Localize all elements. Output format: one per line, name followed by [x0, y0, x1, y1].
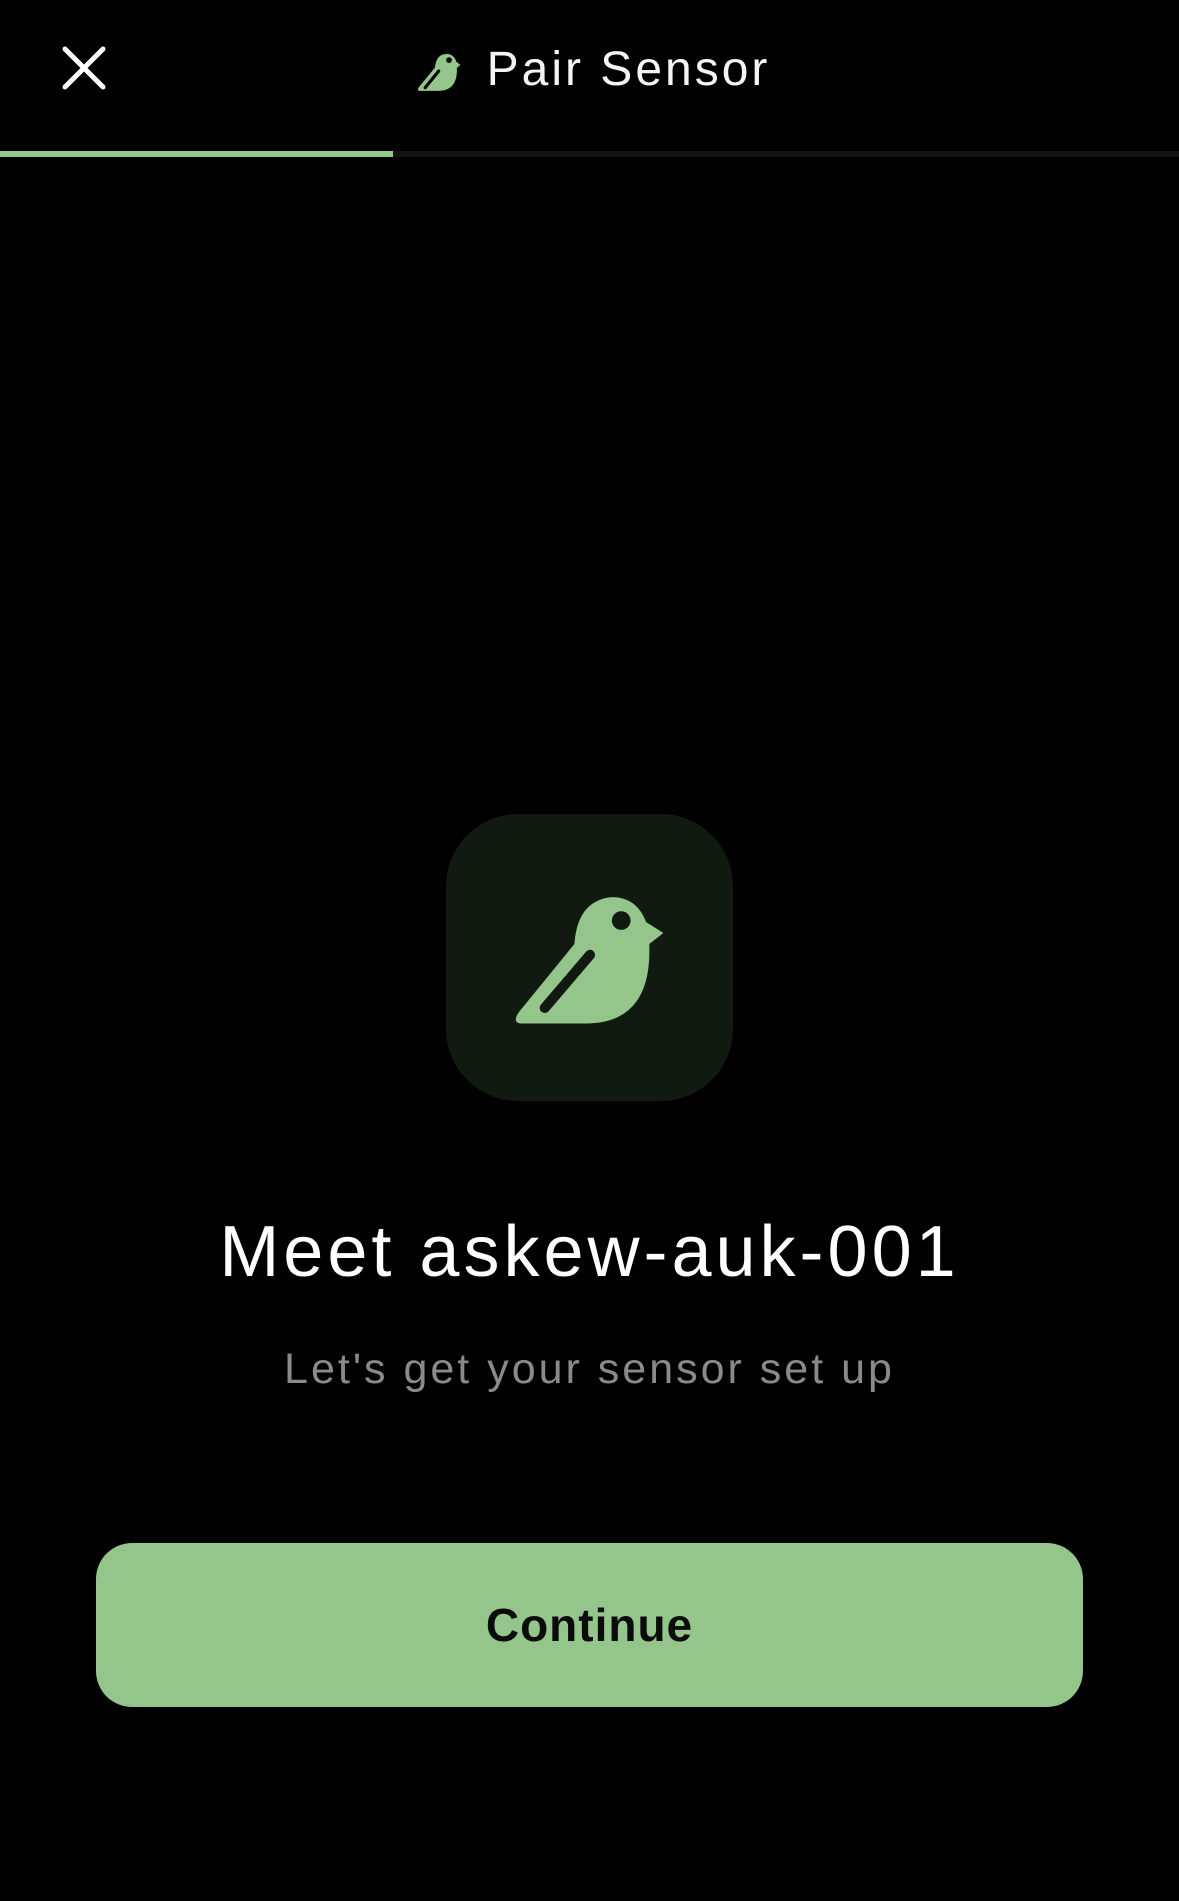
top-bar: Pair Sensor [0, 0, 1179, 152]
continue-button-label: Continue [485, 1599, 694, 1651]
sensor-avatar-tile [446, 814, 733, 1101]
continue-button[interactable]: Continue [96, 1543, 1083, 1707]
header-title-group: Pair Sensor [0, 36, 1179, 102]
page-title: Pair Sensor [486, 42, 771, 96]
bird-icon [409, 43, 461, 95]
sensor-subheading: Let's get your sensor set up [284, 1345, 895, 1393]
progress-bar [0, 151, 1179, 157]
bird-icon [515, 896, 663, 1024]
sensor-heading: Meet askew-auk-001 [219, 1212, 960, 1292]
progress-bar-fill [0, 151, 393, 157]
